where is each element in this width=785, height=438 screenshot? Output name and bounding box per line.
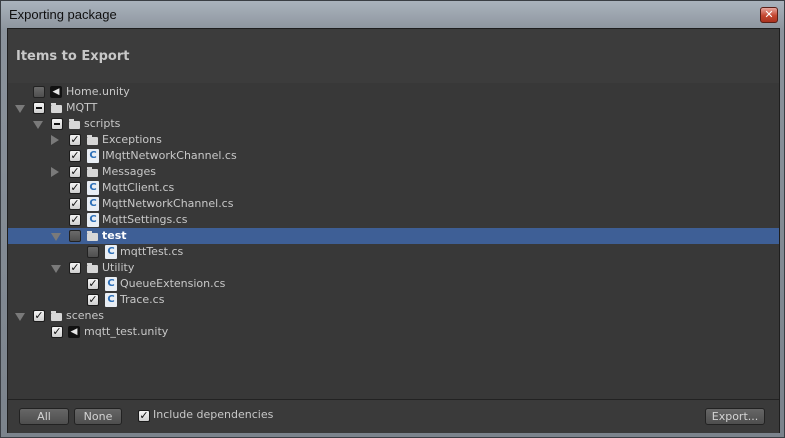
title-bar[interactable]: Exporting package ✕ [1,1,784,29]
foldout-expanded-icon[interactable] [15,313,25,321]
tree-row-checkbox[interactable] [51,118,63,130]
select-none-button[interactable]: None [74,408,122,425]
unity-scene-icon: ◀ [50,86,62,98]
folder-icon [50,309,64,323]
select-all-label: All [37,410,51,423]
foldout-expanded-icon[interactable] [51,265,61,273]
tree-row-checkbox[interactable]: ✓ [69,150,81,162]
tree-row[interactable]: ✓ C MqttClient.cs [8,180,779,196]
tree-row[interactable]: scripts [8,116,779,132]
tree-row[interactable]: ✓ C IMqttNetworkChannel.cs [8,148,779,164]
folder-icon [50,101,64,115]
tree-row-checkbox[interactable]: ✓ [33,310,45,322]
tree-row-checkbox[interactable] [69,230,81,242]
foldout-expanded-icon[interactable] [15,105,25,113]
select-all-button[interactable]: All [19,408,69,425]
tree-row-label: MQTT [66,101,98,114]
header-bar: Items to Export [8,29,779,84]
export-button[interactable]: Export... [705,408,765,425]
tree-row[interactable]: ✓ C QueueExtension.cs [8,276,779,292]
foldout-collapsed-icon[interactable] [51,167,59,177]
tree-row-label: IMqttNetworkChannel.cs [102,149,237,162]
csharp-script-icon: C [87,197,99,211]
folder-icon [86,261,100,275]
close-icon: ✕ [764,8,774,21]
foldout-expanded-icon[interactable] [33,121,43,129]
select-none-label: None [83,410,113,423]
csharp-script-icon: C [105,245,117,259]
csharp-script-icon: C [87,181,99,195]
tree-row[interactable]: CmqttTest.cs [8,244,779,260]
tree-row[interactable]: ✓ Utility [8,260,779,276]
csharp-script-icon: C [87,149,99,163]
tree-row-checkbox[interactable]: ✓ [69,198,81,210]
tree-row-checkbox[interactable]: ✓ [87,294,99,306]
tree-row[interactable]: test [8,228,779,244]
close-button[interactable]: ✕ [760,7,778,23]
window-title: Exporting package [9,7,117,22]
tree-row-label: mqtt_test.unity [84,325,169,338]
tree-row[interactable]: ✓ scenes [8,308,779,324]
tree-row[interactable]: ◀ Home.unity [8,84,779,100]
tree-row-checkbox[interactable]: ✓ [69,182,81,194]
tree-row[interactable]: ✓ Exceptions [8,132,779,148]
tree-row-label: scenes [66,309,105,322]
tree-row-checkbox[interactable]: ✓ [69,166,81,178]
export-package-window: Exporting package ✕ Items to Export ◀ Hom… [0,0,785,438]
tree-row-label: mqttTest.cs [120,245,184,258]
unity-scene-icon: ◀ [68,326,80,338]
tree-row-checkbox[interactable] [33,102,45,114]
tree-row-label: Exceptions [102,133,162,146]
tree-row-checkbox[interactable]: ✓ [69,262,81,274]
tree-row-label: MqttNetworkChannel.cs [102,197,234,210]
tree-row[interactable]: ✓ Messages [8,164,779,180]
tree-row-checkbox[interactable]: ✓ [87,278,99,290]
folder-icon [86,165,100,179]
foldout-expanded-icon[interactable] [51,233,61,241]
footer-bar: All None ✓ Include dependencies Export..… [8,399,779,433]
tree-row-label: MqttClient.cs [102,181,175,194]
tree-row-label: Trace.cs [120,293,165,306]
tree-row[interactable]: ✓ C Trace.cs [8,292,779,308]
csharp-script-icon: C [105,277,117,291]
tree-row-label: Messages [102,165,156,178]
export-label: Export... [711,410,759,423]
include-dependencies-label: Include dependencies [153,408,274,421]
dialog-content: Items to Export ◀ Home.unity MQTT scripts ✓ E… [7,28,780,433]
tree-row-checkbox[interactable] [33,86,45,98]
tree-row[interactable]: ✓ C MqttNetworkChannel.cs [8,196,779,212]
tree-row-checkbox[interactable]: ✓ [69,134,81,146]
tree-row-checkbox[interactable]: ✓ [69,214,81,226]
tree-row[interactable]: ✓ ◀ mqtt_test.unity [8,324,779,340]
tree-row[interactable]: ✓ C MqttSettings.cs [8,212,779,228]
header-title: Items to Export [16,49,130,64]
tree-row-label: MqttSettings.cs [102,213,188,226]
csharp-script-icon: C [105,293,117,307]
tree-row-label: Utility [102,261,135,274]
tree-row-label: QueueExtension.cs [120,277,226,290]
folder-icon [86,229,100,243]
folder-icon [68,117,82,131]
tree-row-checkbox[interactable] [87,246,99,258]
tree-row[interactable]: MQTT [8,100,779,116]
tree-row-label: scripts [84,117,121,130]
tree-row-label: Home.unity [66,85,130,98]
foldout-collapsed-icon[interactable] [51,135,59,145]
tree-row-checkbox[interactable]: ✓ [51,326,63,338]
include-dependencies-checkbox[interactable]: ✓ [138,410,150,422]
tree-row-label: test [102,229,127,242]
folder-icon [86,133,100,147]
asset-tree: ◀ Home.unity MQTT scripts ✓ Exceptions ✓ C IMqtt… [8,83,779,399]
csharp-script-icon: C [87,213,99,227]
